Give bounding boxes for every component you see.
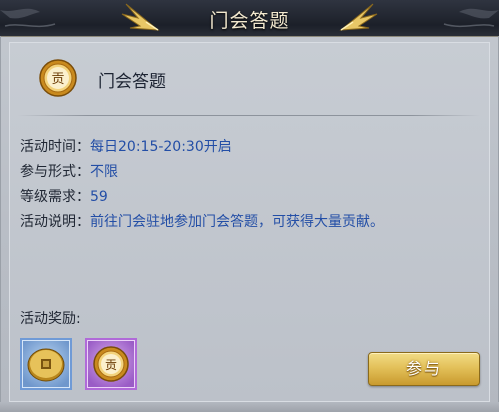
rewards-label: 活动奖励: — [20, 311, 81, 327]
info-row-description: 活动说明：前往门会驻地参加门会答题，可获得大量贡献。 — [20, 211, 384, 231]
page-title: 门会答题 — [209, 10, 290, 32]
reward-slot-gold[interactable] — [20, 338, 72, 390]
info-row-level: 等级需求：59 — [20, 186, 108, 206]
info-label: 活动时间： — [20, 139, 90, 155]
info-row-time: 活动时间：每日20:15-20:30开启 — [20, 136, 232, 156]
header-wing-right-icon — [339, 3, 378, 31]
join-button[interactable]: 参与 — [368, 352, 480, 386]
reward-slot-contribution[interactable]: 贡 — [85, 338, 137, 390]
header-ornament-right-icon — [443, 8, 499, 28]
info-label: 等级需求： — [20, 189, 90, 205]
activity-panel: 门会答题 贡 门会答题 活动时间：每日20:15-20:30开启 参与形式：不限… — [0, 0, 499, 412]
panel-bottom-edge — [0, 402, 499, 412]
info-row-mode: 参与形式：不限 — [20, 161, 118, 181]
gold-coin-icon — [27, 348, 65, 382]
info-value: 59 — [90, 189, 108, 205]
title-icon-glyph: 贡 — [51, 72, 64, 87]
reward-glyph: 贡 — [105, 358, 117, 372]
info-value: 不限 — [90, 164, 118, 180]
info-label: 活动说明： — [20, 214, 90, 230]
panel-header: 门会答题 — [0, 0, 499, 37]
info-value: 每日20:15-20:30开启 — [90, 139, 232, 155]
info-value: 前往门会驻地参加门会答题，可获得大量贡献。 — [90, 214, 384, 230]
contribution-coin-icon: 贡 — [39, 59, 77, 97]
divider — [18, 115, 480, 116]
contribution-coin-icon: 贡 — [93, 346, 129, 382]
activity-name: 门会答题 — [98, 72, 166, 92]
info-label: 参与形式： — [20, 164, 90, 180]
